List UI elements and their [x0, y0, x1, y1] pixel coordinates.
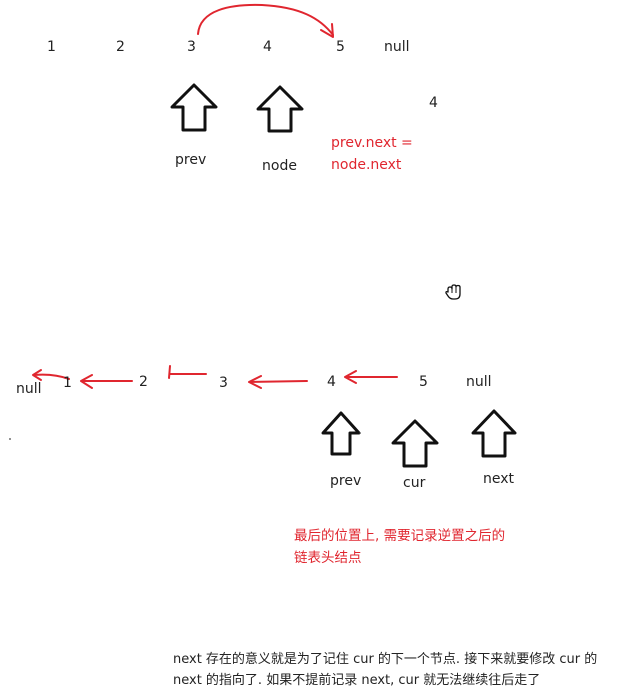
bottom-node-null-left: null [16, 381, 42, 397]
up-arrow-icon [170, 83, 218, 132]
bottom-pointer-label-prev: prev [330, 473, 362, 489]
top-node-3: 3 [187, 39, 196, 55]
explanation: next 存在的意义就是为了记住 cur 的下一个节点. 接下来就要修改 cur… [173, 649, 597, 691]
top-node-1: 1 [47, 39, 56, 55]
diagram-canvas [9, 3, 517, 468]
red-note: 最后的位置上, 需要记录逆置之后的 链表头结点 [294, 525, 505, 569]
bottom-pointer-label-cur: cur [403, 475, 426, 491]
explanation-line-2: next 的指向了. 如果不提前记录 next, cur 就无法继续往后走了 [173, 673, 541, 688]
bottom-node-3: 3 [219, 375, 228, 391]
red-note-line-2: 链表头结点 [294, 550, 362, 566]
explanation-line-1: next 存在的意义就是为了记住 cur 的下一个节点. 接下来就要修改 cur… [173, 652, 598, 667]
top-node-null: null [384, 39, 410, 55]
reversed-link-arrows [32, 365, 398, 389]
top-node-2: 2 [116, 39, 125, 55]
curved-arrow-3-to-5 [197, 3, 334, 36]
hand-cursor-icon [445, 284, 461, 300]
bottom-node-null-right: null [466, 374, 492, 390]
red-note-line-1: 最后的位置上, 需要记录逆置之后的 [294, 528, 506, 544]
up-arrow-icon [256, 85, 304, 133]
bottom-node-1: 1 [63, 375, 72, 391]
arrow-4-to-3 [249, 380, 308, 383]
annotation-line-1: prev.next = [331, 135, 413, 151]
top-node-4: 4 [263, 39, 272, 55]
bottom-node-4: 4 [327, 374, 336, 390]
up-arrow-icon [471, 409, 517, 458]
top-stray-label: 4 [429, 95, 438, 111]
top-node-5: 5 [336, 39, 345, 55]
stray-dot [359, 432, 361, 434]
top-pointer-label-prev: prev [175, 152, 207, 168]
up-arrow-icon [391, 419, 439, 468]
stray-dot [9, 438, 11, 440]
top-pointer-label-node: node [262, 158, 297, 174]
up-arrow-icon [321, 411, 361, 456]
curved-arrow-head [320, 23, 334, 38]
annotation-line-2: node.next [331, 157, 402, 173]
bottom-pointer-label-next: next [483, 471, 515, 487]
bottom-node-5: 5 [419, 374, 428, 390]
bottom-node-2: 2 [139, 374, 148, 390]
